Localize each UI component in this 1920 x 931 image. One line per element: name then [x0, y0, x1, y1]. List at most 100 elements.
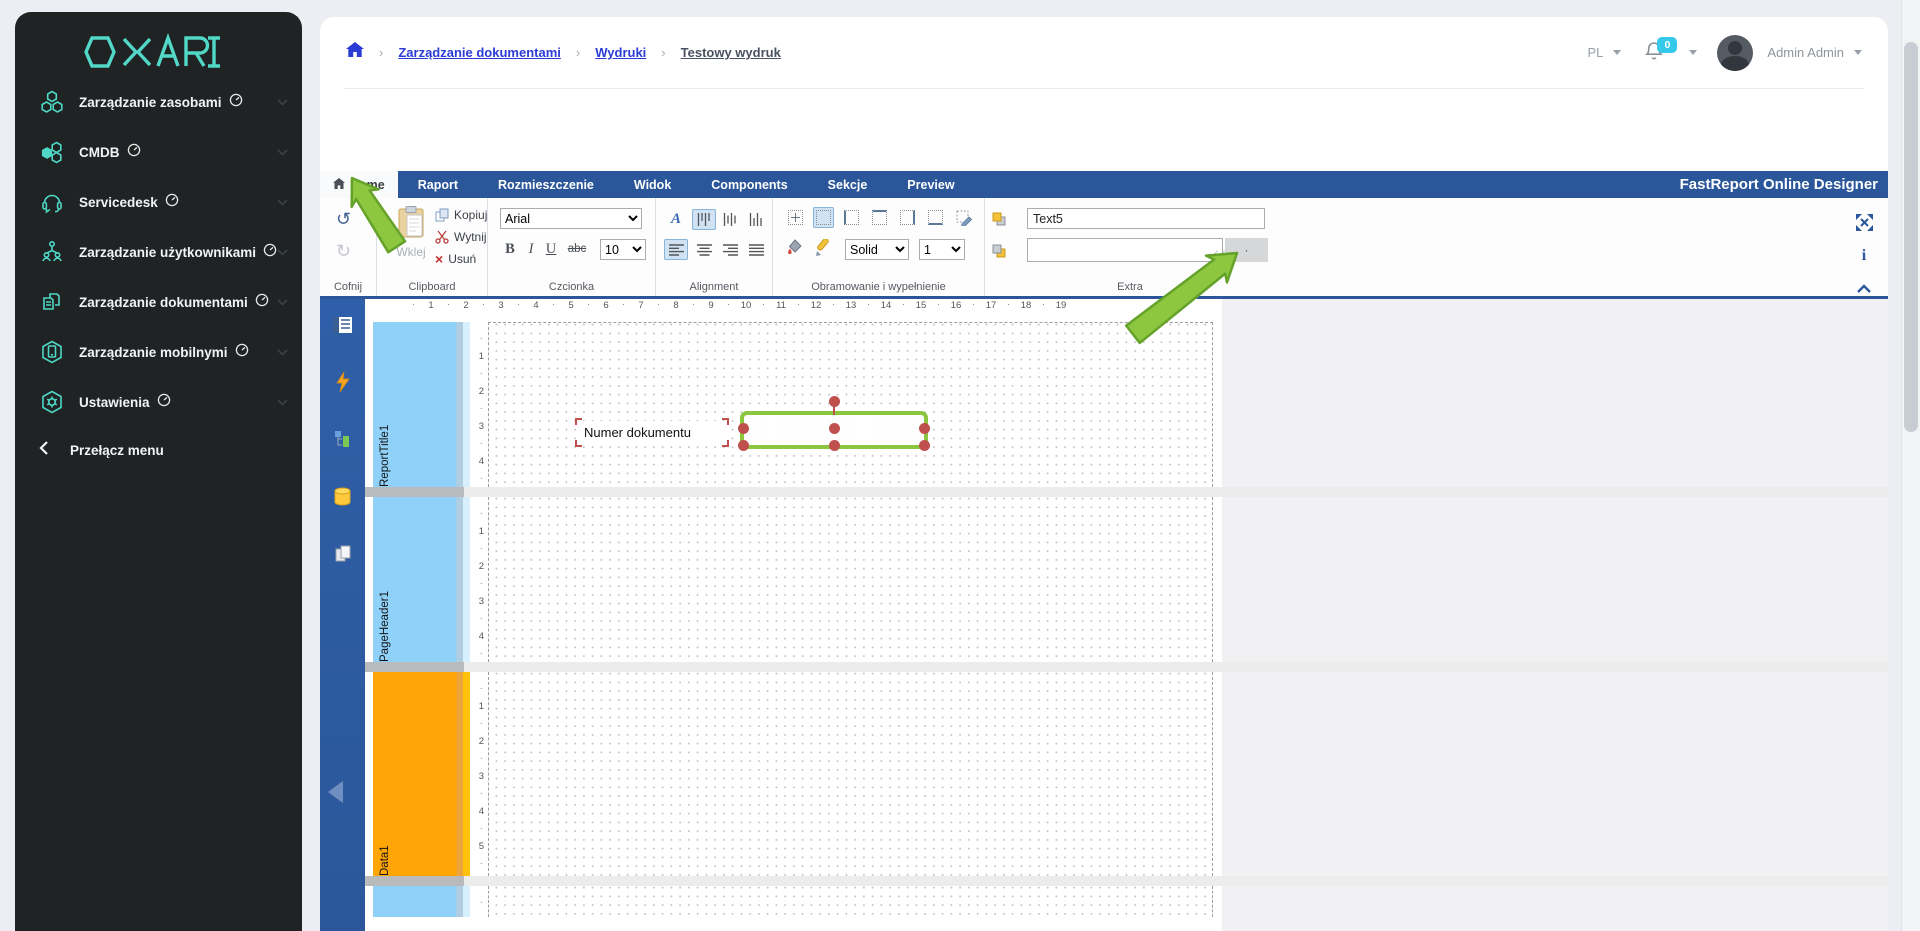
- resize-handle[interactable]: [828, 423, 840, 434]
- italic-button[interactable]: I: [524, 239, 538, 259]
- tab-widok[interactable]: Widok: [614, 171, 691, 198]
- redo-button[interactable]: ↻: [336, 242, 351, 260]
- resize-handle[interactable]: [919, 440, 930, 451]
- band-separator[interactable]: [320, 876, 1888, 886]
- sidebar-item-zarzadzanie-mobilnymi[interactable]: Zarządzanie mobilnymi: [15, 330, 302, 374]
- align-right-button[interactable]: [718, 239, 742, 260]
- sidebar-item-ustawienia[interactable]: Ustawienia: [15, 380, 302, 424]
- border-color-button[interactable]: [813, 237, 834, 258]
- scrollbar-thumb[interactable]: [1904, 42, 1918, 432]
- undo-button[interactable]: ↺: [336, 210, 351, 228]
- border-edit-button[interactable]: [953, 207, 974, 228]
- extra-more-button[interactable]: ·: [1225, 238, 1268, 262]
- band-content-area[interactable]: [488, 672, 1213, 876]
- home-icon[interactable]: [346, 42, 364, 63]
- border-none-button[interactable]: [813, 207, 834, 228]
- chevron-down-icon: [277, 243, 288, 261]
- horizontal-ruler: · 1 · 2 · 3 · 4 · 5 · 6 · 7 · 8 · 9 · 10 · 11 · 12 · 13 · 14 · 15 · 16 ·…: [411, 299, 1067, 311]
- band-separator[interactable]: [320, 487, 1888, 497]
- resize-handle[interactable]: [828, 440, 840, 451]
- resize-handle[interactable]: [919, 423, 930, 434]
- align-center-button[interactable]: [692, 239, 716, 260]
- collapse-side-toolbar-icon[interactable]: [328, 781, 343, 803]
- sidebar-collapse-button[interactable]: Przełącz menu: [15, 428, 302, 472]
- page-scrollbar[interactable]: [1901, 0, 1920, 931]
- font-size-select[interactable]: 10: [600, 239, 646, 260]
- group-label: Cofnij: [333, 281, 363, 293]
- band-content-area[interactable]: [488, 322, 1213, 487]
- tab-home[interactable]: Home: [320, 171, 398, 198]
- vertical-align-bottom-button[interactable]: [744, 209, 768, 230]
- font-family-select[interactable]: Arial: [500, 208, 642, 229]
- breadcrumb-link-wydruki[interactable]: Wydruki: [595, 45, 646, 60]
- fullscreen-button[interactable]: [1854, 212, 1874, 232]
- notifications-button[interactable]: 0: [1645, 37, 1678, 64]
- band-separator[interactable]: [320, 662, 1888, 672]
- selected-text-element-text5[interactable]: [738, 396, 930, 451]
- pages-button[interactable]: [331, 542, 354, 565]
- sidebar-item-zarzadzanie-dokumentami[interactable]: Zarządzanie dokumentami: [15, 280, 302, 324]
- sidebar-item-zarzadzanie-uzytkownikami[interactable]: Zarządzanie użytkownikami: [15, 230, 302, 274]
- scissors-icon: [435, 230, 449, 244]
- border-bottom-button[interactable]: [925, 207, 946, 228]
- band-ReportTitle1[interactable]: ReportTitle1 · · · · · 1 2 3 4: [320, 322, 1888, 487]
- band-label-block[interactable]: ReportTitle1: [373, 322, 470, 487]
- text-element-numer-dokumentu[interactable]: Numer dokumentu: [575, 418, 729, 447]
- underline-button[interactable]: U: [544, 239, 558, 259]
- send-to-back-button[interactable]: [987, 240, 1011, 261]
- resize-handle[interactable]: [738, 423, 749, 434]
- bring-to-front-button[interactable]: [987, 208, 1011, 229]
- cut-button[interactable]: Wytnij: [435, 230, 487, 244]
- vertical-align-top-button[interactable]: [692, 209, 716, 230]
- sidebar-item-cmdb[interactable]: CMDB: [15, 130, 302, 174]
- border-width-select[interactable]: 1: [919, 239, 965, 260]
- fill-color-button[interactable]: [785, 237, 806, 258]
- align-justify-button[interactable]: [744, 239, 768, 260]
- collapse-ribbon-button[interactable]: [1854, 278, 1874, 298]
- data-source-button[interactable]: [331, 485, 354, 508]
- hyperlink-input[interactable]: [1027, 238, 1223, 262]
- avatar[interactable]: [1717, 34, 1754, 71]
- breadcrumb-link-dokumenty[interactable]: Zarządzanie dokumentami: [398, 45, 561, 60]
- tab-sekcje[interactable]: Sekcje: [808, 171, 888, 198]
- copy-button[interactable]: Kopiuj: [435, 208, 487, 222]
- component-name-input[interactable]: [1027, 208, 1265, 229]
- border-left-button[interactable]: [841, 207, 862, 228]
- band-Data1[interactable]: Data1 · · · · · · 1 2 3 4 5: [320, 672, 1888, 876]
- sidebar-item-zarzadzanie-zasobami[interactable]: Zarządzanie zasobami: [15, 80, 302, 124]
- events-button[interactable]: [331, 370, 354, 393]
- tab-raport[interactable]: Raport: [398, 171, 478, 198]
- align-left-button[interactable]: [664, 239, 688, 260]
- rotate-handle[interactable]: [828, 396, 840, 407]
- tab-rozmieszczenie[interactable]: Rozmieszczenie: [478, 171, 614, 198]
- band-content-area[interactable]: [488, 497, 1213, 662]
- text-color-button[interactable]: A: [664, 209, 688, 230]
- border-style-select[interactable]: Solid: [845, 239, 909, 260]
- info-button[interactable]: i: [1854, 246, 1874, 266]
- delete-button[interactable]: × Usuń: [435, 252, 476, 266]
- paste-button[interactable]: Wklej: [391, 206, 431, 259]
- tab-components[interactable]: Components: [691, 171, 807, 198]
- band-content-area[interactable]: [488, 886, 1213, 917]
- band-partial[interactable]: ·: [320, 886, 1888, 917]
- language-selector[interactable]: PL: [1588, 45, 1604, 60]
- strikethrough-button[interactable]: abc: [564, 239, 590, 259]
- notifications-caret-icon[interactable]: [1689, 50, 1698, 55]
- band-label-block[interactable]: PageHeader1: [373, 497, 470, 662]
- border-all-button[interactable]: [785, 207, 806, 228]
- report-tree-button[interactable]: [331, 427, 354, 450]
- resize-handle[interactable]: [738, 440, 749, 451]
- band-label-block[interactable]: [373, 886, 470, 917]
- table-icon: [333, 316, 352, 333]
- report-properties-button[interactable]: [331, 313, 354, 336]
- border-right-button[interactable]: [897, 207, 918, 228]
- language-caret-icon[interactable]: [1613, 50, 1622, 55]
- bold-button[interactable]: B: [502, 239, 518, 259]
- border-top-button[interactable]: [869, 207, 890, 228]
- vertical-align-center-button[interactable]: [718, 209, 742, 230]
- tab-preview[interactable]: Preview: [887, 171, 974, 198]
- band-PageHeader1[interactable]: PageHeader1 · · · · · 1 2 3 4: [320, 497, 1888, 662]
- sidebar-item-servicedesk[interactable]: Servicedesk: [15, 180, 302, 224]
- band-label-block[interactable]: Data1: [373, 672, 470, 876]
- user-menu-caret-icon[interactable]: [1854, 50, 1862, 55]
